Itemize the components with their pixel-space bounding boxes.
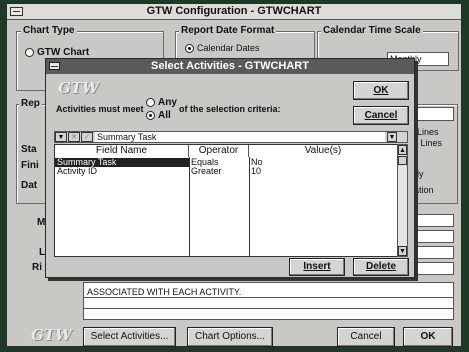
cancel-edit-icon[interactable]: ✕ [68,132,80,142]
radio-any-option[interactable]: Any [146,97,177,108]
right-field-1[interactable] [412,214,454,227]
dialog-titlebar: Select Activities - GTWCHART [46,59,414,74]
system-menu-icon[interactable] [10,7,23,16]
calendar-dates-radio[interactable] [185,44,194,54]
dialog-cancel-button[interactable]: Cancel [353,106,409,125]
note-text: ASSOCIATED WITH EACH ACTIVITY. [87,287,242,297]
calendar-time-scale-label: Calendar Time Scale [321,25,423,36]
criteria-label: of the selection criteria: [179,104,281,114]
must-meet-label: Activities must meet [56,104,144,114]
rep-label: Rep [19,98,42,109]
table-row[interactable]: Activity ID Greater 10 [55,167,397,176]
dialog-gtw-logo: GTW [58,79,99,97]
lines-label: Lines [417,127,439,137]
all-radio[interactable] [146,110,155,120]
right-dropdown[interactable] [412,107,454,121]
grid-vertical-scrollbar[interactable]: ▲ ▼ [397,144,408,257]
radio-all-option[interactable]: All [146,110,171,121]
any-radio[interactable] [146,97,155,107]
gtw-logo: GTW [31,326,72,344]
select-activities-button[interactable]: Select Activities... [83,327,176,347]
grid-header: Field Name Operator Value(s) [55,145,397,157]
table-row[interactable]: Summary Task Equals No [55,158,397,167]
sta-label: Sta [21,144,37,155]
gtw-chart-radio[interactable] [25,47,34,57]
right-field-2[interactable] [412,230,454,243]
column-header-field-name[interactable]: Field Name [55,145,189,157]
ly-label: ly [417,169,424,179]
d-lines-label: d Lines [413,138,443,148]
ri-label: Ri [32,262,42,273]
fin-label: Fini [21,160,39,171]
right-field-4[interactable] [412,262,454,275]
calendar-dates-option[interactable]: Calendar Dates [185,43,260,54]
scroll-down-icon[interactable]: ▼ [398,246,407,256]
column-header-values[interactable]: Value(s) [249,145,397,157]
select-activities-dialog: Select Activities - GTWCHART GTW Activit… [45,58,415,278]
chart-options-button[interactable]: Chart Options... [187,327,273,347]
row-field-cell[interactable]: Activity ID [57,167,97,176]
main-window-title: GTW Configuration - GTWCHART [146,5,322,17]
note-textarea[interactable]: ASSOCIATED WITH EACH ACTIVITY. [83,282,454,320]
chart-type-label: Chart Type [21,25,77,36]
ation-label: ation [414,185,434,195]
dialog-ok-button[interactable]: OK [353,81,409,100]
row-operator-cell[interactable]: Greater [191,167,222,176]
edit-value-dropdown-icon[interactable]: ▼ [387,132,397,142]
insert-button[interactable]: Insert [289,258,345,276]
dat-label: Dat [21,180,38,191]
delete-button[interactable]: Delete [353,258,409,276]
edit-value-field[interactable]: Summary Task [95,132,385,142]
row-value-cell[interactable]: 10 [251,167,261,176]
accept-edit-icon[interactable]: ✓ [81,132,93,142]
dialog-title: Select Activities - GTWCHART [151,60,309,72]
main-cancel-button[interactable]: Cancel [337,327,395,347]
dialog-system-menu-icon[interactable] [49,62,60,70]
main-ok-button[interactable]: OK [403,327,453,347]
scroll-thumb[interactable] [398,156,407,165]
edit-bar: ▼ ✕ ✓ Summary Task ▼ [54,131,408,143]
right-field-3[interactable] [412,246,454,259]
note-line-1 [84,297,453,298]
criteria-grid: Field Name Operator Value(s) Summary Tas… [54,144,408,257]
chart-type-gtw-option[interactable]: GTW Chart [25,47,89,58]
scroll-up-icon[interactable]: ▲ [398,145,407,155]
note-line-2 [84,308,453,309]
main-window-titlebar: GTW Configuration - GTWCHART [7,4,461,20]
edit-dropdown-icon[interactable]: ▼ [55,132,67,142]
report-date-format-label: Report Date Format [179,25,277,36]
column-header-operator[interactable]: Operator [189,145,249,157]
